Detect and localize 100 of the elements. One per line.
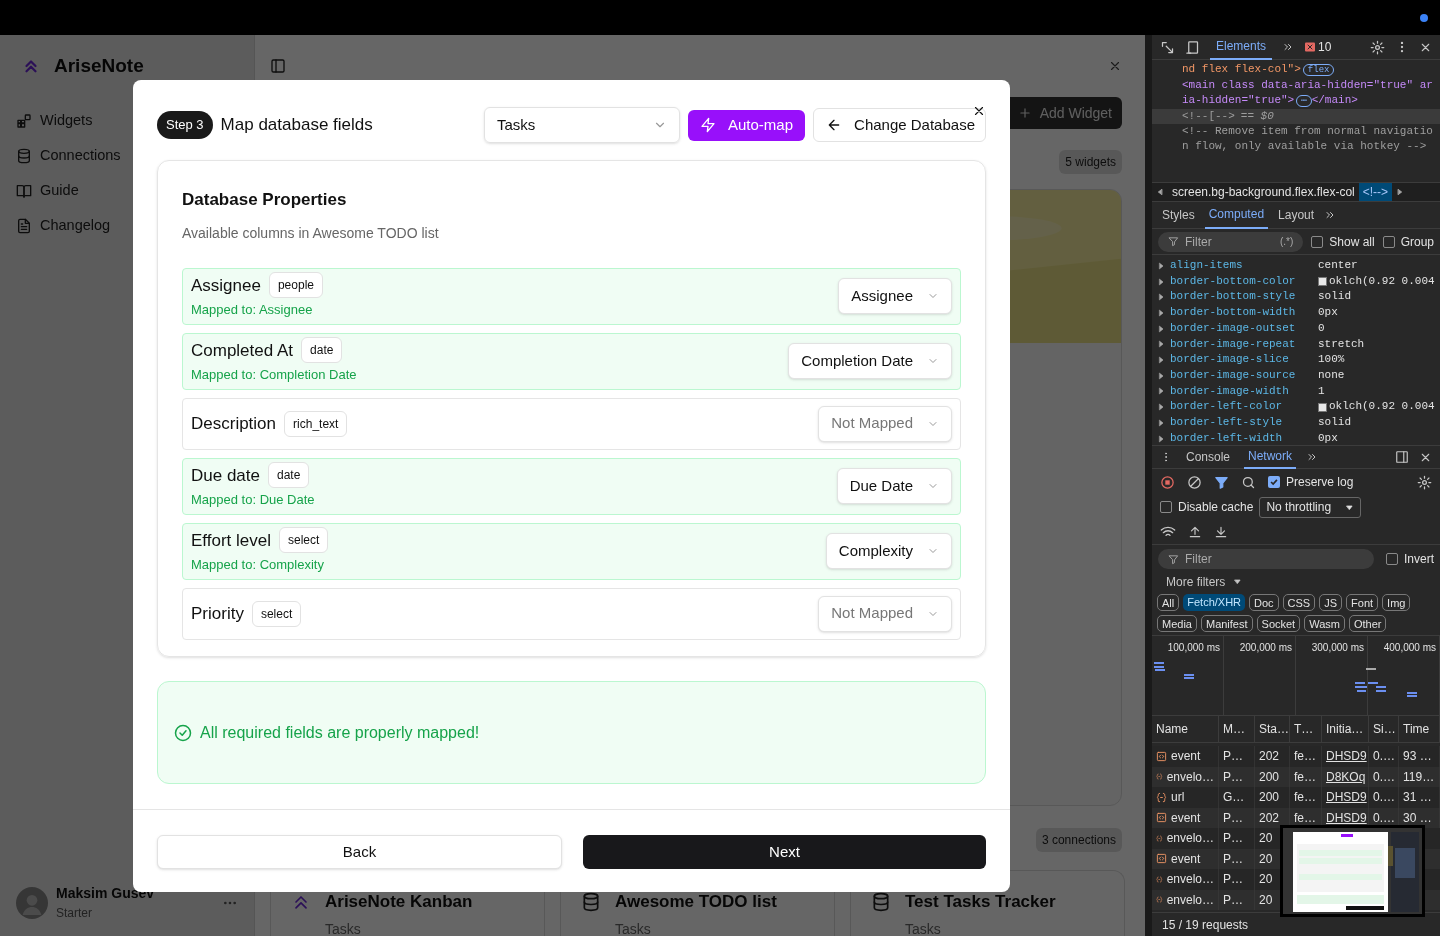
show-all-checkbox[interactable]: Show all	[1311, 232, 1375, 251]
download-icon[interactable]	[1214, 524, 1228, 539]
type-filter-chip[interactable]: Socket	[1256, 615, 1301, 632]
sidebar-toggle-icon[interactable]	[270, 58, 286, 74]
checkbox[interactable]	[1160, 501, 1172, 513]
property-value: stretch	[1318, 336, 1365, 352]
change-database-button[interactable]: Change Database	[813, 108, 986, 142]
status-dot-icon	[1420, 13, 1428, 22]
preserve-log-checkbox[interactable]: Preserve log	[1268, 473, 1354, 491]
device-toolbar-icon[interactable]	[1185, 39, 1200, 55]
mapping-select[interactable]: Not Mapped	[818, 595, 952, 632]
panel-tab[interactable]: Styles	[1158, 201, 1199, 229]
request-summary: 15 / 19 requests	[1162, 916, 1249, 934]
type-filter-chip[interactable]: Img	[1382, 594, 1411, 611]
mapping-select[interactable]: Assignee	[838, 278, 952, 314]
panel-tab[interactable]: Layout	[1274, 201, 1319, 229]
column-header[interactable]: Name	[1152, 716, 1219, 742]
mapping-status: Mapped to: Assignee	[191, 301, 314, 320]
type-filter-chip[interactable]: All	[1157, 594, 1180, 611]
table-cell[interactable]: D8KOq	[1326, 767, 1366, 786]
filter-icon[interactable]	[1214, 474, 1229, 490]
column-header[interactable]: Initia…	[1322, 716, 1369, 742]
property-name: border-image-outset	[1170, 320, 1297, 336]
filter-field[interactable]: Filter (.*)	[1158, 231, 1304, 252]
checkbox-label: Disable cache	[1178, 499, 1254, 516]
table-cell[interactable]: DHSD9	[1326, 808, 1367, 827]
type-filter-chip[interactable]: Fetch/XHR	[1183, 594, 1246, 611]
table-cell-text: P…	[1223, 830, 1243, 848]
type-filter-chip[interactable]: CSS	[1282, 594, 1316, 611]
field-name: Completed At	[191, 339, 294, 362]
column-header[interactable]: Sta…	[1255, 716, 1290, 742]
type-filter-chip[interactable]: Wasm	[1304, 615, 1345, 632]
group-checkbox[interactable]: Group	[1382, 232, 1434, 251]
table-cell-text: P…	[1223, 871, 1243, 889]
close-icon[interactable]	[972, 104, 986, 118]
throttling-select[interactable]: No throttling	[1259, 496, 1362, 518]
timeline-tick: 400,000 ms	[1383, 641, 1436, 655]
panel-tab[interactable]: Elements	[1210, 35, 1273, 60]
error-count[interactable]: 10	[1304, 38, 1332, 56]
column-header[interactable]: M…	[1219, 716, 1255, 742]
table-cell-text: P…	[1223, 748, 1243, 766]
mapping-select[interactable]: Not Mapped	[818, 405, 952, 442]
type-filter-chip[interactable]: Doc	[1249, 594, 1279, 611]
mapping-select[interactable]: Due Date	[836, 468, 952, 504]
type-filter-chip[interactable]: Manifest	[1200, 615, 1253, 632]
type-filter-chip[interactable]: Font	[1346, 594, 1379, 611]
table-cell[interactable]: DHSD9	[1326, 788, 1367, 807]
connection-count-badge: 3 connections	[1035, 828, 1122, 852]
regex-toggle[interactable]: (.*)	[1279, 234, 1294, 249]
mapping-select[interactable]: Completion Date	[788, 343, 952, 379]
code-line[interactable]: <!-- Remove item from normal navigation flow, only available via hotkey -->	[1182, 124, 1436, 154]
breadcrumb[interactable]: <!-->	[1358, 183, 1393, 201]
column-header[interactable]: Time	[1399, 716, 1440, 742]
panel-tab[interactable]: Console	[1182, 445, 1235, 469]
table-cell-text: envelo…	[1166, 871, 1214, 889]
table-cell-text: envelo…	[1166, 891, 1214, 909]
record-icon[interactable]	[1160, 474, 1175, 490]
inspect-icon[interactable]	[1160, 39, 1175, 55]
json-request-icon	[1156, 832, 1163, 844]
auto-map-button[interactable]: Auto-map	[688, 109, 806, 141]
document-request-icon	[1156, 812, 1167, 824]
checkbox[interactable]	[1311, 235, 1324, 248]
next-button[interactable]: Next	[583, 835, 986, 869]
breadcrumb[interactable]: screen.bg-background.flex.flex-col	[1168, 183, 1359, 201]
field-type-tag: date	[268, 462, 310, 489]
connection-subtitle: Tasks	[324, 920, 362, 936]
property-value: 0	[1318, 320, 1325, 336]
checkbox[interactable]	[1382, 235, 1395, 248]
search-icon[interactable]	[1241, 474, 1256, 490]
scroll-left-icon[interactable]	[1155, 187, 1165, 197]
mapping-select[interactable]: Complexity	[825, 533, 952, 569]
dock-icon[interactable]	[1395, 450, 1409, 464]
section-subtitle: Available columns in Awesome TODO list	[182, 223, 440, 243]
type-filter-chip[interactable]: JS	[1319, 594, 1343, 611]
code-line[interactable]: nd flex flex-col"> flex	[1182, 62, 1335, 78]
back-button[interactable]: Back	[157, 835, 562, 869]
filter-field[interactable]: Filter	[1158, 549, 1374, 569]
panel-tab[interactable]: Network	[1244, 445, 1297, 469]
table-cell-text: 20	[1259, 830, 1273, 848]
property-value: 1	[1318, 383, 1325, 399]
panel-tab[interactable]: Computed	[1204, 201, 1269, 229]
settings-icon[interactable]	[1417, 474, 1432, 490]
upload-icon[interactable]	[1188, 524, 1202, 539]
invert-checkbox[interactable]: Invert	[1386, 550, 1434, 568]
type-filter-chip[interactable]: Other	[1348, 615, 1387, 632]
disable-cache-checkbox[interactable]: Disable cache	[1160, 498, 1254, 516]
more-filters-button[interactable]: More filters	[1166, 572, 1243, 591]
column-header[interactable]: Si…	[1369, 716, 1399, 742]
table-cell[interactable]: DHSD9	[1326, 747, 1367, 766]
settings-icon[interactable]	[1370, 39, 1385, 55]
database-select[interactable]: Tasks	[484, 107, 680, 143]
clear-icon[interactable]	[1187, 474, 1202, 490]
type-filter-chip[interactable]: Media	[1157, 615, 1197, 632]
checkbox[interactable]	[1268, 476, 1280, 488]
caret-down-icon	[1233, 577, 1243, 586]
database-icon	[16, 148, 32, 164]
code-line[interactable]: <main class data-aria-hidden="true" aria-hidden="true"> ⋯ </main>	[1182, 78, 1436, 109]
column-header[interactable]: T…	[1290, 716, 1322, 742]
table-cell-text: 200	[1259, 789, 1280, 807]
checkbox[interactable]	[1386, 553, 1398, 565]
